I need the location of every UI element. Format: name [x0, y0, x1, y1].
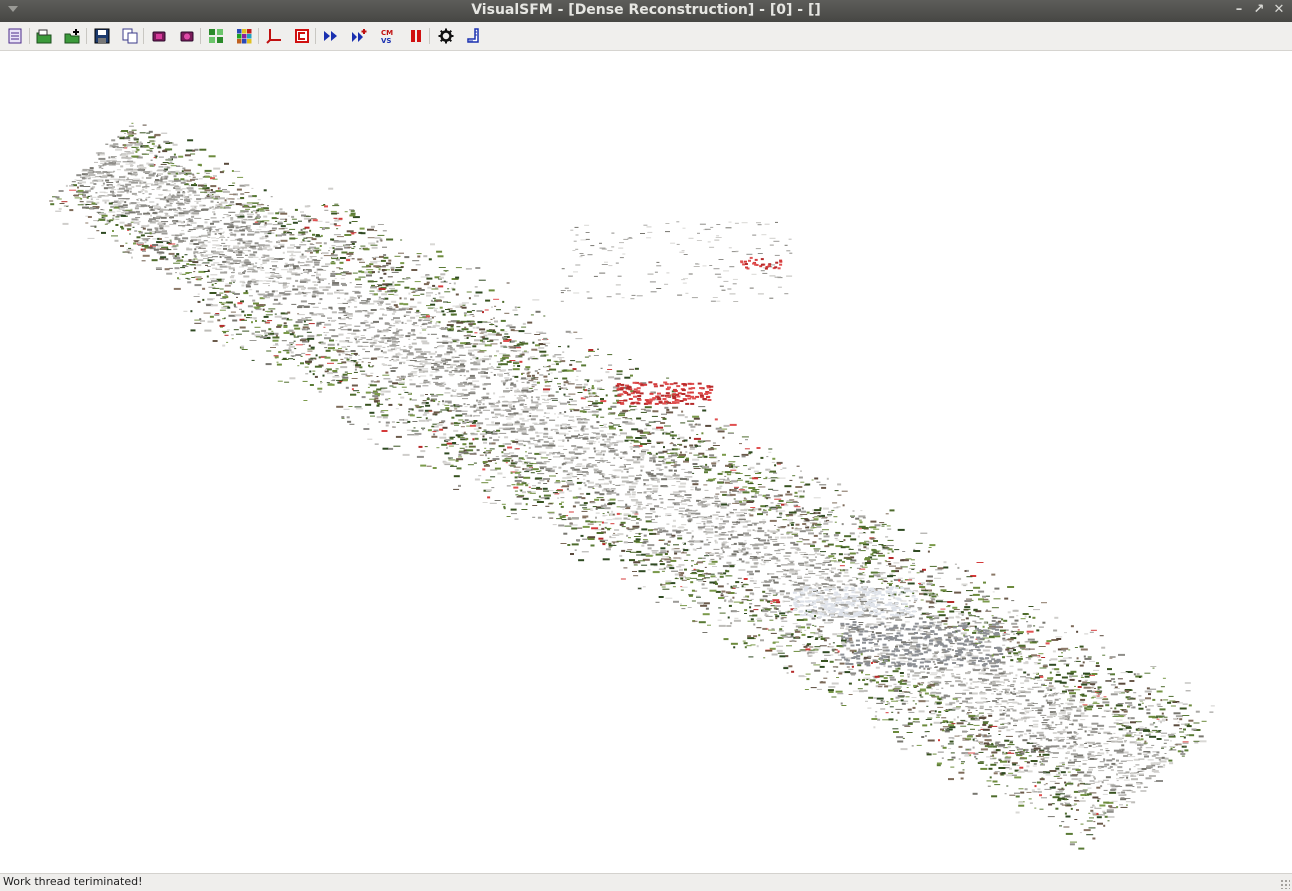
- title-bar: VisualSFM - [Dense Reconstruction] - [0]…: [0, 0, 1292, 22]
- maximize-icon[interactable]: ↗: [1252, 2, 1266, 18]
- toolbar: CM VS: [0, 22, 1292, 51]
- status-message: Work thread teriminated!: [3, 875, 143, 888]
- ruler-icon[interactable]: [465, 27, 483, 45]
- open-add-images-icon[interactable]: [63, 27, 81, 45]
- toolbar-separator: [200, 28, 201, 44]
- status-bar: Work thread teriminated!: [0, 873, 1292, 891]
- point-cloud: [49, 122, 1215, 850]
- window-title: VisualSFM - [Dense Reconstruction] - [0]…: [471, 2, 821, 18]
- toolbar-separator: [29, 28, 30, 44]
- pause-icon[interactable]: [407, 27, 425, 45]
- copy-icon[interactable]: [121, 27, 139, 45]
- toolbar-separator: [143, 28, 144, 44]
- save-icon[interactable]: [93, 27, 111, 45]
- svg-text:VS: VS: [381, 37, 391, 44]
- 3d-viewport[interactable]: [0, 51, 1292, 873]
- pairwise-matrix-icon[interactable]: [235, 27, 253, 45]
- svg-text:CM: CM: [381, 29, 393, 37]
- point-cloud-points: [49, 122, 1215, 850]
- toolbar-separator: [258, 28, 259, 44]
- cmvs-icon[interactable]: CM VS: [379, 27, 397, 45]
- open-images-icon[interactable]: [35, 27, 53, 45]
- stop-icon[interactable]: [293, 27, 311, 45]
- resize-grip-icon[interactable]: [1280, 879, 1290, 889]
- toolbar-separator: [86, 28, 87, 44]
- compute-3d-reconstruction-icon[interactable]: [265, 27, 283, 45]
- toolbar-separator: [315, 28, 316, 44]
- log-window-icon[interactable]: [6, 27, 24, 45]
- window-controls: – ↗ ✕: [1232, 2, 1286, 18]
- settings-gear-icon[interactable]: [437, 27, 455, 45]
- close-icon[interactable]: ✕: [1272, 2, 1286, 18]
- compute-missing-match-icon[interactable]: [207, 27, 225, 45]
- reconstruct-resume-icon[interactable]: [350, 27, 368, 45]
- show-2d-icon[interactable]: [150, 27, 168, 45]
- toolbar-separator: [429, 28, 430, 44]
- minimize-icon[interactable]: –: [1232, 2, 1246, 18]
- show-3d-icon[interactable]: [178, 27, 196, 45]
- run-dense-reconstruction-icon[interactable]: [322, 27, 340, 45]
